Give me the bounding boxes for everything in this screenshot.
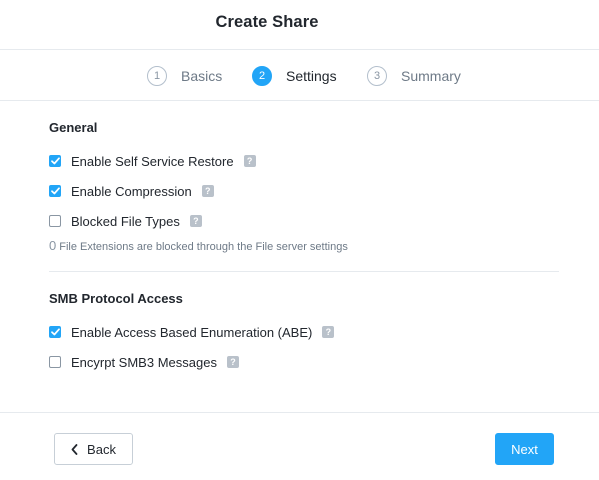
dialog-header: Create Share [0, 0, 599, 50]
help-icon[interactable]: ? [243, 155, 256, 167]
next-button[interactable]: Next [495, 433, 554, 465]
hint-text: File Extensions are blocked through the … [59, 241, 348, 253]
footer-divider [0, 412, 599, 413]
section-title-smb: SMB Protocol Access [49, 291, 183, 306]
option-encrypt-smb3[interactable]: Encyrpt SMB3 Messages ? [49, 354, 239, 370]
check-icon [50, 328, 60, 336]
help-icon[interactable]: ? [322, 326, 335, 338]
option-compression[interactable]: Enable Compression ? [49, 183, 214, 199]
step-label: Summary [401, 68, 461, 84]
encrypt-smb3-checkbox[interactable] [49, 356, 61, 368]
option-label: Encyrpt SMB3 Messages [71, 354, 217, 370]
option-label: Enable Access Based Enumeration (ABE) [71, 324, 313, 340]
wizard-steps: 1 Basics 2 Settings 3 Summary [0, 50, 599, 101]
step-number: 1 [147, 66, 167, 86]
chevron-left-icon [71, 443, 78, 455]
self-service-restore-checkbox[interactable] [49, 155, 61, 167]
blocked-file-types-checkbox[interactable] [49, 215, 61, 227]
option-self-service-restore[interactable]: Enable Self Service Restore ? [49, 153, 256, 169]
step-settings[interactable]: 2 Settings [252, 66, 337, 86]
section-title-general: General [49, 120, 98, 135]
step-number: 3 [367, 66, 387, 86]
blocked-extensions-count: 0 [49, 238, 57, 253]
option-label: Blocked File Types [71, 213, 180, 229]
help-icon[interactable]: ? [189, 215, 202, 227]
next-button-label: Next [511, 441, 538, 457]
step-label: Basics [181, 68, 223, 84]
option-label: Enable Self Service Restore [71, 153, 234, 169]
option-abe[interactable]: Enable Access Based Enumeration (ABE) ? [49, 324, 335, 340]
step-label: Settings [286, 68, 337, 84]
dialog-title: Create Share [215, 13, 319, 31]
section-divider [49, 271, 559, 272]
option-label: Enable Compression [71, 183, 192, 199]
option-blocked-file-types[interactable]: Blocked File Types ? [49, 213, 202, 229]
step-summary[interactable]: 3 Summary [367, 66, 461, 86]
step-number: 2 [252, 66, 272, 86]
blocked-extensions-hint: 0 File Extensions are blocked through the… [49, 238, 348, 253]
help-icon[interactable]: ? [201, 185, 214, 197]
step-basics[interactable]: 1 Basics [147, 66, 222, 86]
abe-checkbox[interactable] [49, 326, 61, 338]
check-icon [50, 187, 60, 195]
back-button-label: Back [87, 441, 116, 457]
back-button[interactable]: Back [54, 433, 133, 465]
help-icon[interactable]: ? [226, 356, 239, 368]
compression-checkbox[interactable] [49, 185, 61, 197]
check-icon [50, 157, 60, 165]
